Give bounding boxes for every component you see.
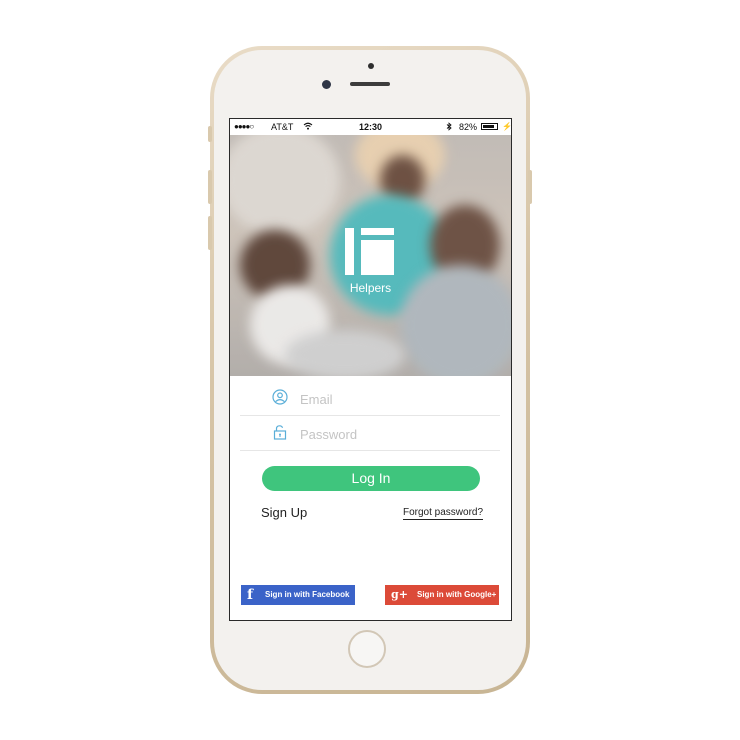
logo-box [361, 240, 394, 275]
lock-icon [272, 424, 288, 440]
password-field[interactable] [240, 416, 500, 451]
earpiece-speaker [350, 82, 390, 86]
login-button[interactable]: Log In [262, 466, 480, 491]
hero-image: Helpers [230, 135, 511, 376]
battery-percent: 82% [459, 122, 478, 132]
battery-icon [481, 123, 498, 130]
google-plus-icon: g+ [391, 588, 408, 601]
facebook-signin-button[interactable]: f Sign in with Facebook [241, 585, 355, 605]
logo-top [361, 228, 394, 235]
volume-up-button [208, 170, 212, 204]
email-input[interactable] [298, 388, 492, 410]
battery-level [483, 125, 494, 128]
helpers-logo-icon [345, 228, 395, 278]
signup-link[interactable]: Sign Up [261, 505, 307, 520]
email-field[interactable] [240, 381, 500, 416]
app-screen: ●●●●○ AT&T 12:30 82% ⚡ Helpers Email Log… [229, 118, 512, 621]
proximity-sensor [368, 63, 374, 69]
front-camera [322, 80, 331, 89]
google-signin-label: Sign in with Google+ [417, 590, 497, 599]
volume-down-button [208, 216, 212, 250]
bluetooth-icon [446, 122, 452, 133]
facebook-icon: f [247, 587, 254, 603]
logo-bar [345, 228, 354, 275]
facebook-signin-label: Sign in with Facebook [265, 590, 350, 599]
home-button[interactable] [348, 630, 386, 668]
status-bar: ●●●●○ AT&T 12:30 82% ⚡ [230, 119, 511, 135]
user-icon [272, 389, 288, 405]
app-name: Helpers [349, 281, 392, 295]
charging-icon: ⚡ [502, 122, 512, 131]
google-signin-button[interactable]: g+ Sign in with Google+ [385, 585, 499, 605]
power-button [528, 170, 532, 204]
mute-switch [208, 126, 212, 142]
password-input[interactable] [298, 423, 492, 445]
forgot-password-link[interactable]: Forgot password? [403, 507, 484, 520]
